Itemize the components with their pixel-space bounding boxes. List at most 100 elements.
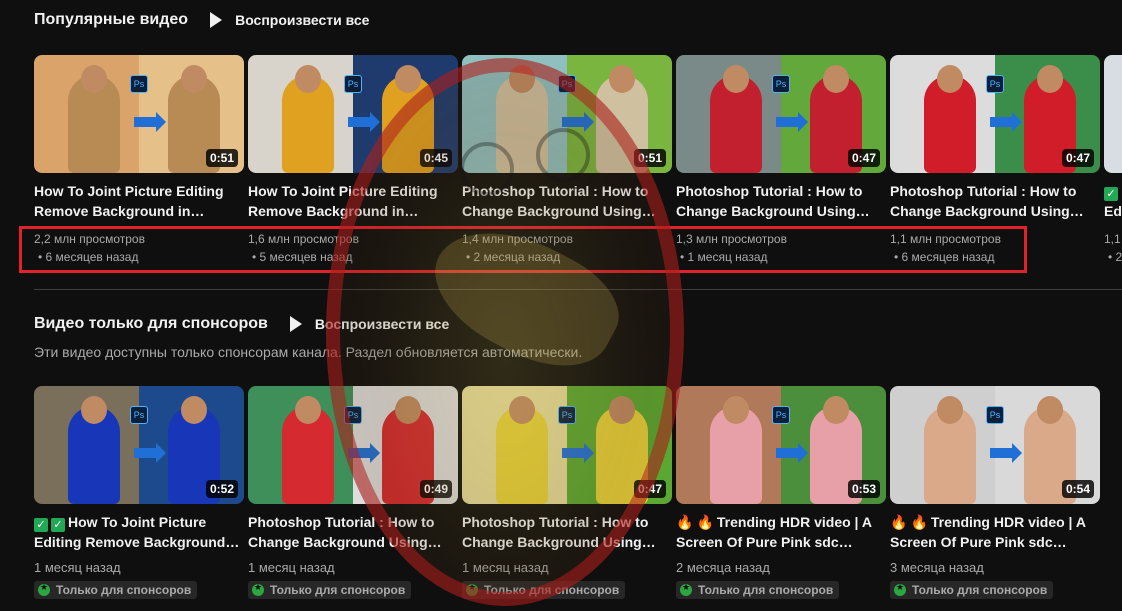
video-card[interactable]: Ps 0:47 Photoshop Tutorial : How to Change … [676, 55, 886, 266]
video-title-text-1: Photoshop Tutorial : How to [462, 183, 649, 199]
partial-thumbnail[interactable] [1104, 55, 1122, 173]
video-card[interactable]: Ps 0:45 How To Joint Picture Editing Remove… [248, 55, 458, 266]
video-title-text-1: Trending HDR video | A [716, 514, 872, 530]
photoshop-badge-icon: Ps [772, 75, 790, 93]
video-title[interactable]: How To Joint Picture Editing Remove Backg… [248, 181, 458, 221]
video-title-line-2: Change Background Using… [890, 203, 1084, 219]
photoshop-badge-icon: Ps [344, 75, 362, 93]
sponsor-star-icon [252, 582, 264, 596]
thumbnail-arrow-icon [776, 443, 808, 463]
video-title-line-2: Screen Of Pure Pink sdc… [676, 534, 853, 550]
photoshop-badge-icon: Ps [130, 75, 148, 93]
photoshop-badge-icon: Ps [558, 406, 576, 424]
video-thumbnail[interactable]: Ps 0:54 [890, 386, 1100, 504]
video-view-count: 1,4 млн просмотров [462, 232, 573, 246]
photoshop-badge-icon: Ps [130, 406, 148, 424]
video-thumbnail[interactable]: Ps 0:47 [676, 55, 886, 173]
sponsors-play-all-button[interactable]: Воспроизвести все [289, 316, 449, 332]
sponsor-video-card[interactable]: Ps 0:52 ✓ ✓ How To Joint Picture Editing Remo… [34, 386, 244, 601]
thumbnail-head-after [181, 65, 207, 93]
sponsors-section-header: Видео только для спонсоров Воспроизвести… [34, 315, 449, 333]
thumbnail-arrow-icon [990, 443, 1022, 463]
video-thumbnail[interactable]: Ps 0:52 [34, 386, 244, 504]
video-thumbnail[interactable]: Ps 0:47 [462, 386, 672, 504]
video-title[interactable]: How To Joint Picture Editing Remove Backg… [34, 181, 244, 221]
video-card[interactable]: Ps 0:51 How To Joint Picture Editing Remove… [34, 55, 244, 266]
sponsor-video-card[interactable]: Ps 0:53 🔥 🔥 Trending HDR video | A Screen Of … [676, 386, 886, 601]
partial-video-card[interactable]: ✓ Edi 1,1 2 [1104, 55, 1122, 266]
video-title-line-2: Screen Of Pure Pink sdc… [890, 534, 1067, 550]
video-view-count: 1,1 млн просмотров [890, 232, 1001, 246]
sponsor-video-card[interactable]: Ps 0:54 🔥 🔥 Trending HDR video | A Screen Of … [890, 386, 1100, 601]
video-title-text-1: How To Joint Picture Editing [34, 183, 224, 199]
video-thumbnail[interactable]: Ps 0:49 [248, 386, 458, 504]
thumbnail-head-after [609, 65, 635, 93]
photoshop-badge-icon: Ps [344, 406, 362, 424]
partial-views: 1,1 [1104, 232, 1121, 246]
video-title-text-1: Photoshop Tutorial : How to [248, 514, 435, 530]
video-title[interactable]: Photoshop Tutorial : How to Change Backgr… [248, 512, 458, 552]
video-thumbnail[interactable]: Ps 0:47 [890, 55, 1100, 173]
sponsors-only-badge: Только для спонсоров [676, 581, 840, 599]
video-title-line-1: Photoshop Tutorial : How to [462, 512, 672, 532]
popular-play-all-button[interactable]: Воспроизвести все [210, 12, 369, 28]
sponsors-only-label: Только для спонсоров [912, 583, 1048, 597]
video-upload-age: 1 месяц назад [676, 248, 886, 266]
video-upload-age: 3 месяца назад [890, 560, 984, 575]
video-upload-age: 6 месяцев назад [890, 248, 1100, 266]
sponsors-only-label: Только для спонсоров [56, 583, 192, 597]
photoshop-badge-icon: Ps [986, 75, 1004, 93]
thumbnail-head-before [81, 65, 107, 93]
fire-icon: 🔥 [910, 514, 928, 530]
video-duration: 0:45 [419, 149, 452, 167]
fire-icon: 🔥 [890, 514, 908, 530]
video-card[interactable]: Ps 0:51 Photoshop Tutorial : How to Change … [462, 55, 672, 266]
video-title-line-2: Editing Remove Background… [34, 534, 240, 550]
fire-icon: 🔥 [696, 514, 714, 530]
sponsor-video-card[interactable]: Ps 0:47 Photoshop Tutorial : How to Change … [462, 386, 672, 601]
thumbnail-head-after [395, 65, 421, 93]
check-icon: ✓ [34, 518, 48, 532]
video-title-line-1: How To Joint Picture Editing [34, 181, 244, 201]
sponsor-star-icon [894, 582, 906, 596]
video-thumbnail[interactable]: Ps 0:45 [248, 55, 458, 173]
video-title[interactable]: Photoshop Tutorial : How to Change Backgr… [462, 512, 672, 552]
video-card[interactable]: Ps 0:47 Photoshop Tutorial : How to Change … [890, 55, 1100, 266]
video-upload-age: 2 месяца назад [462, 248, 672, 266]
sponsor-video-card[interactable]: Ps 0:49 Photoshop Tutorial : How to Change … [248, 386, 458, 601]
thumbnail-arrow-icon [776, 112, 808, 132]
video-view-count: 1,6 млн просмотров [248, 232, 359, 246]
video-duration: 0:47 [1061, 149, 1094, 167]
thumbnail-head-before [723, 396, 749, 424]
video-thumbnail[interactable]: Ps 0:51 [462, 55, 672, 173]
partial-ago: 2 [1104, 248, 1122, 266]
video-title[interactable]: Photoshop Tutorial : How to Change Backgr… [890, 181, 1100, 221]
video-title[interactable]: 🔥 🔥 Trending HDR video | A Screen Of Pure P… [676, 512, 886, 552]
video-title-line-2: Change Background Using… [676, 203, 870, 219]
thumbnail-head-before [937, 396, 963, 424]
video-title-line-1: Photoshop Tutorial : How to [676, 181, 886, 201]
sponsor-star-icon [38, 582, 50, 596]
video-upload-age: 6 месяцев назад [34, 248, 244, 266]
sponsors-only-badge: Только для спонсоров [248, 581, 412, 599]
thumbnail-arrow-icon [562, 112, 594, 132]
thumbnail-head-before [509, 65, 535, 93]
video-title[interactable]: Photoshop Tutorial : How to Change Backgr… [676, 181, 886, 221]
video-title-line-2: Change Background Using… [462, 203, 656, 219]
video-title-line-1: Photoshop Tutorial : How to [890, 181, 1100, 201]
video-title-line-2: Change Background Using… [462, 534, 656, 550]
thumbnail-head-before [81, 396, 107, 424]
video-thumbnail[interactable]: Ps 0:53 [676, 386, 886, 504]
video-thumbnail[interactable]: Ps 0:51 [34, 55, 244, 173]
video-title-line-1: ✓ ✓ How To Joint Picture [34, 512, 244, 532]
video-title[interactable]: ✓ ✓ How To Joint Picture Editing Remove Bac… [34, 512, 244, 552]
sponsors-only-badge: Только для спонсоров [462, 581, 626, 599]
thumbnail-head-after [823, 65, 849, 93]
video-title-line-1: How To Joint Picture Editing [248, 181, 458, 201]
video-title[interactable]: Photoshop Tutorial : How to Change Backgr… [462, 181, 672, 221]
video-title-text-1: How To Joint Picture [68, 514, 207, 530]
video-upload-age: 1 месяц назад [462, 560, 549, 575]
thumbnail-arrow-icon [348, 112, 380, 132]
video-title[interactable]: 🔥 🔥 Trending HDR video | A Screen Of Pure P… [890, 512, 1100, 552]
thumbnail-head-before [295, 65, 321, 93]
